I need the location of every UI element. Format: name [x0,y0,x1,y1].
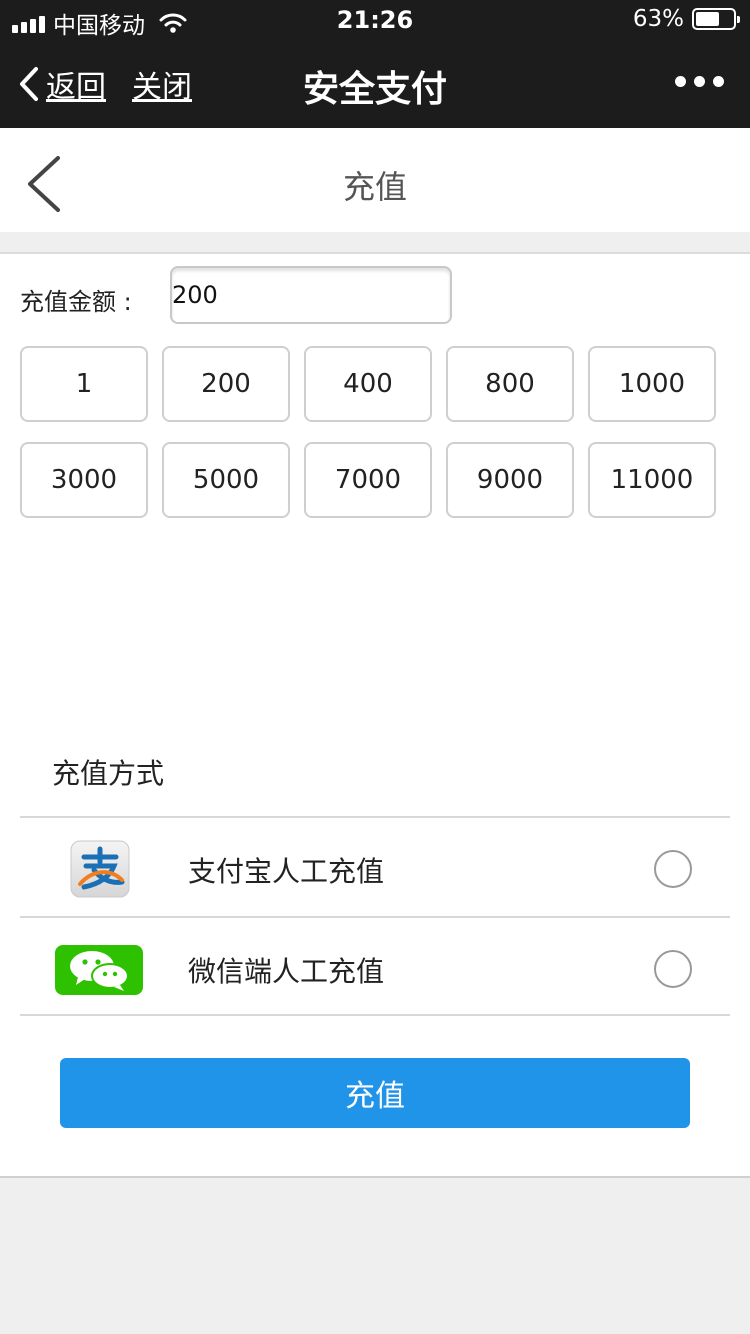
payment-method-alipay[interactable]: 支付宝人工充值 [20,816,730,916]
recharge-panel: 充值金额 : 200 1 200 400 800 1000 3000 5000 … [0,252,750,1178]
payment-method-list: 支付宝人工充值 微信端人工充值 [20,816,730,1016]
battery-percentage: 63% [632,6,684,32]
amount-option-button[interactable]: 11000 [588,442,716,518]
more-options-icon[interactable] [675,76,724,87]
payment-method-label: 微信端人工充值 [188,955,385,988]
amount-option-button[interactable]: 1000 [588,346,716,422]
payment-method-radio[interactable] [654,950,692,988]
payment-method-title: 充值方式 [52,757,165,790]
amount-option-button[interactable]: 9000 [446,442,574,518]
amount-option-button[interactable]: 1 [20,346,148,422]
amount-option-button[interactable]: 800 [446,346,574,422]
payment-method-radio[interactable] [654,850,692,888]
status-bar: 中国移动 21:26 63% [0,0,750,40]
amount-option-button[interactable]: 200 [162,346,290,422]
amount-option-button[interactable]: 400 [304,346,432,422]
wechat-pay-icon [54,944,144,1000]
payment-method-label: 支付宝人工充值 [188,855,385,888]
battery-icon [692,8,740,30]
amount-options: 1 200 400 800 1000 3000 5000 7000 9000 1… [20,346,720,518]
amount-option-button[interactable]: 3000 [20,442,148,518]
amount-input[interactable]: 200 [170,266,452,324]
wechat-page-title: 安全支付 [302,69,447,110]
wechat-nav-bar: 返回 关闭 安全支付 [0,40,750,128]
page-title: 充值 [342,168,407,206]
page-header: 充值 [0,128,750,232]
amount-option-button[interactable]: 7000 [304,442,432,518]
alipay-icon [70,840,130,902]
recharge-submit-button[interactable]: 充值 [60,1058,690,1128]
amount-label: 充值金额 : [20,288,132,316]
payment-method-wechat[interactable]: 微信端人工充值 [20,916,730,1016]
amount-option-button[interactable]: 5000 [162,442,290,518]
battery-level-fill [696,12,719,26]
